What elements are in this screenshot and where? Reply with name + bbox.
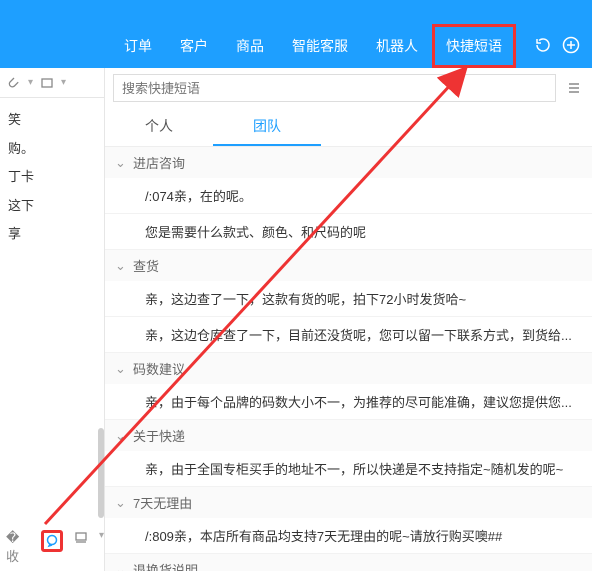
group-name: 7天无理由: [133, 493, 192, 512]
group-header[interactable]: ⌄进店咨询: [105, 147, 592, 178]
group-header[interactable]: ⌄ 退换货说明: [105, 554, 592, 571]
window-icon[interactable]: [39, 75, 55, 91]
chevron-down-icon: ⌄: [115, 495, 129, 511]
left-text-fragment: 购。: [8, 135, 96, 164]
left-scrollbar-thumb[interactable]: [98, 428, 104, 518]
dropdown-caret-icon[interactable]: ▾: [61, 77, 66, 88]
group-name: 查货: [133, 256, 159, 275]
phrase-item[interactable]: 亲，由于每个品牌的码数大小不一，为推荐的尽可能准确，建议您提供您...: [105, 384, 592, 420]
dropdown-caret-icon[interactable]: ▾: [99, 530, 104, 565]
phrase-item[interactable]: 亲，这边仓库查了一下，目前还没货呢，您可以留一下联系方式，到货给...: [105, 317, 592, 353]
phrase-item[interactable]: 亲，这边查了一下，这款有货的呢，拍下72小时发货哈~: [105, 281, 592, 317]
left-text-fragment: 丁卡: [8, 163, 96, 192]
tab-team[interactable]: 团队: [213, 108, 321, 146]
left-text-fragment: 享: [8, 220, 96, 249]
group-header[interactable]: ⌄查货: [105, 250, 592, 281]
chevron-down-icon: ⌄: [115, 258, 129, 274]
chevron-down-icon: ⌄: [115, 155, 129, 171]
group-name: 进店咨询: [133, 153, 185, 172]
chevron-down-icon: ⌄: [115, 428, 129, 444]
nav-tab-0[interactable]: 订单: [110, 24, 166, 68]
dropdown-caret-icon[interactable]: ▾: [28, 77, 33, 88]
group-header[interactable]: ⌄7天无理由: [105, 487, 592, 518]
add-icon[interactable]: [562, 36, 580, 54]
phrase-item[interactable]: /:809亲，本店所有商品均支持7天无理由的呢~请放行购买噢##: [105, 518, 592, 554]
group-name: 关于快递: [133, 426, 185, 445]
settings-stack-icon[interactable]: [73, 530, 89, 546]
phrase-item[interactable]: 您是需要什么款式、颜色、和尺码的呢: [105, 214, 592, 250]
nav-tab-2[interactable]: 商品: [222, 24, 278, 68]
phrase-item[interactable]: /:074亲，在的呢。: [105, 178, 592, 214]
chevron-down-icon: ⌄: [115, 562, 129, 571]
nav-tab-1[interactable]: 客户: [166, 24, 222, 68]
left-text-fragment: 这下: [8, 192, 96, 221]
search-input[interactable]: [113, 74, 556, 102]
nav-tab-3[interactable]: 智能客服: [278, 24, 362, 68]
group-header[interactable]: ⌄关于快递: [105, 420, 592, 451]
collapse-icon[interactable]: �收: [6, 530, 31, 565]
attachment-icon[interactable]: [6, 75, 22, 91]
tab-personal[interactable]: 个人: [105, 108, 213, 146]
nav-tab-5[interactable]: 快捷短语: [432, 24, 516, 68]
group-header[interactable]: ⌄码数建议: [105, 353, 592, 384]
nav-tab-4[interactable]: 机器人: [362, 24, 432, 68]
chat-bubble-icon[interactable]: [41, 530, 62, 552]
list-view-icon[interactable]: [564, 78, 584, 98]
phrase-item[interactable]: 亲，由于全国专柜买手的地址不一，所以快递是不支持指定~随机发的呢~: [105, 451, 592, 487]
refresh-icon[interactable]: [534, 36, 552, 54]
chevron-down-icon: ⌄: [115, 361, 129, 377]
group-name: 码数建议: [133, 359, 185, 378]
group-name: 退换货说明: [133, 560, 198, 571]
left-text-fragment: 笑: [8, 106, 96, 135]
